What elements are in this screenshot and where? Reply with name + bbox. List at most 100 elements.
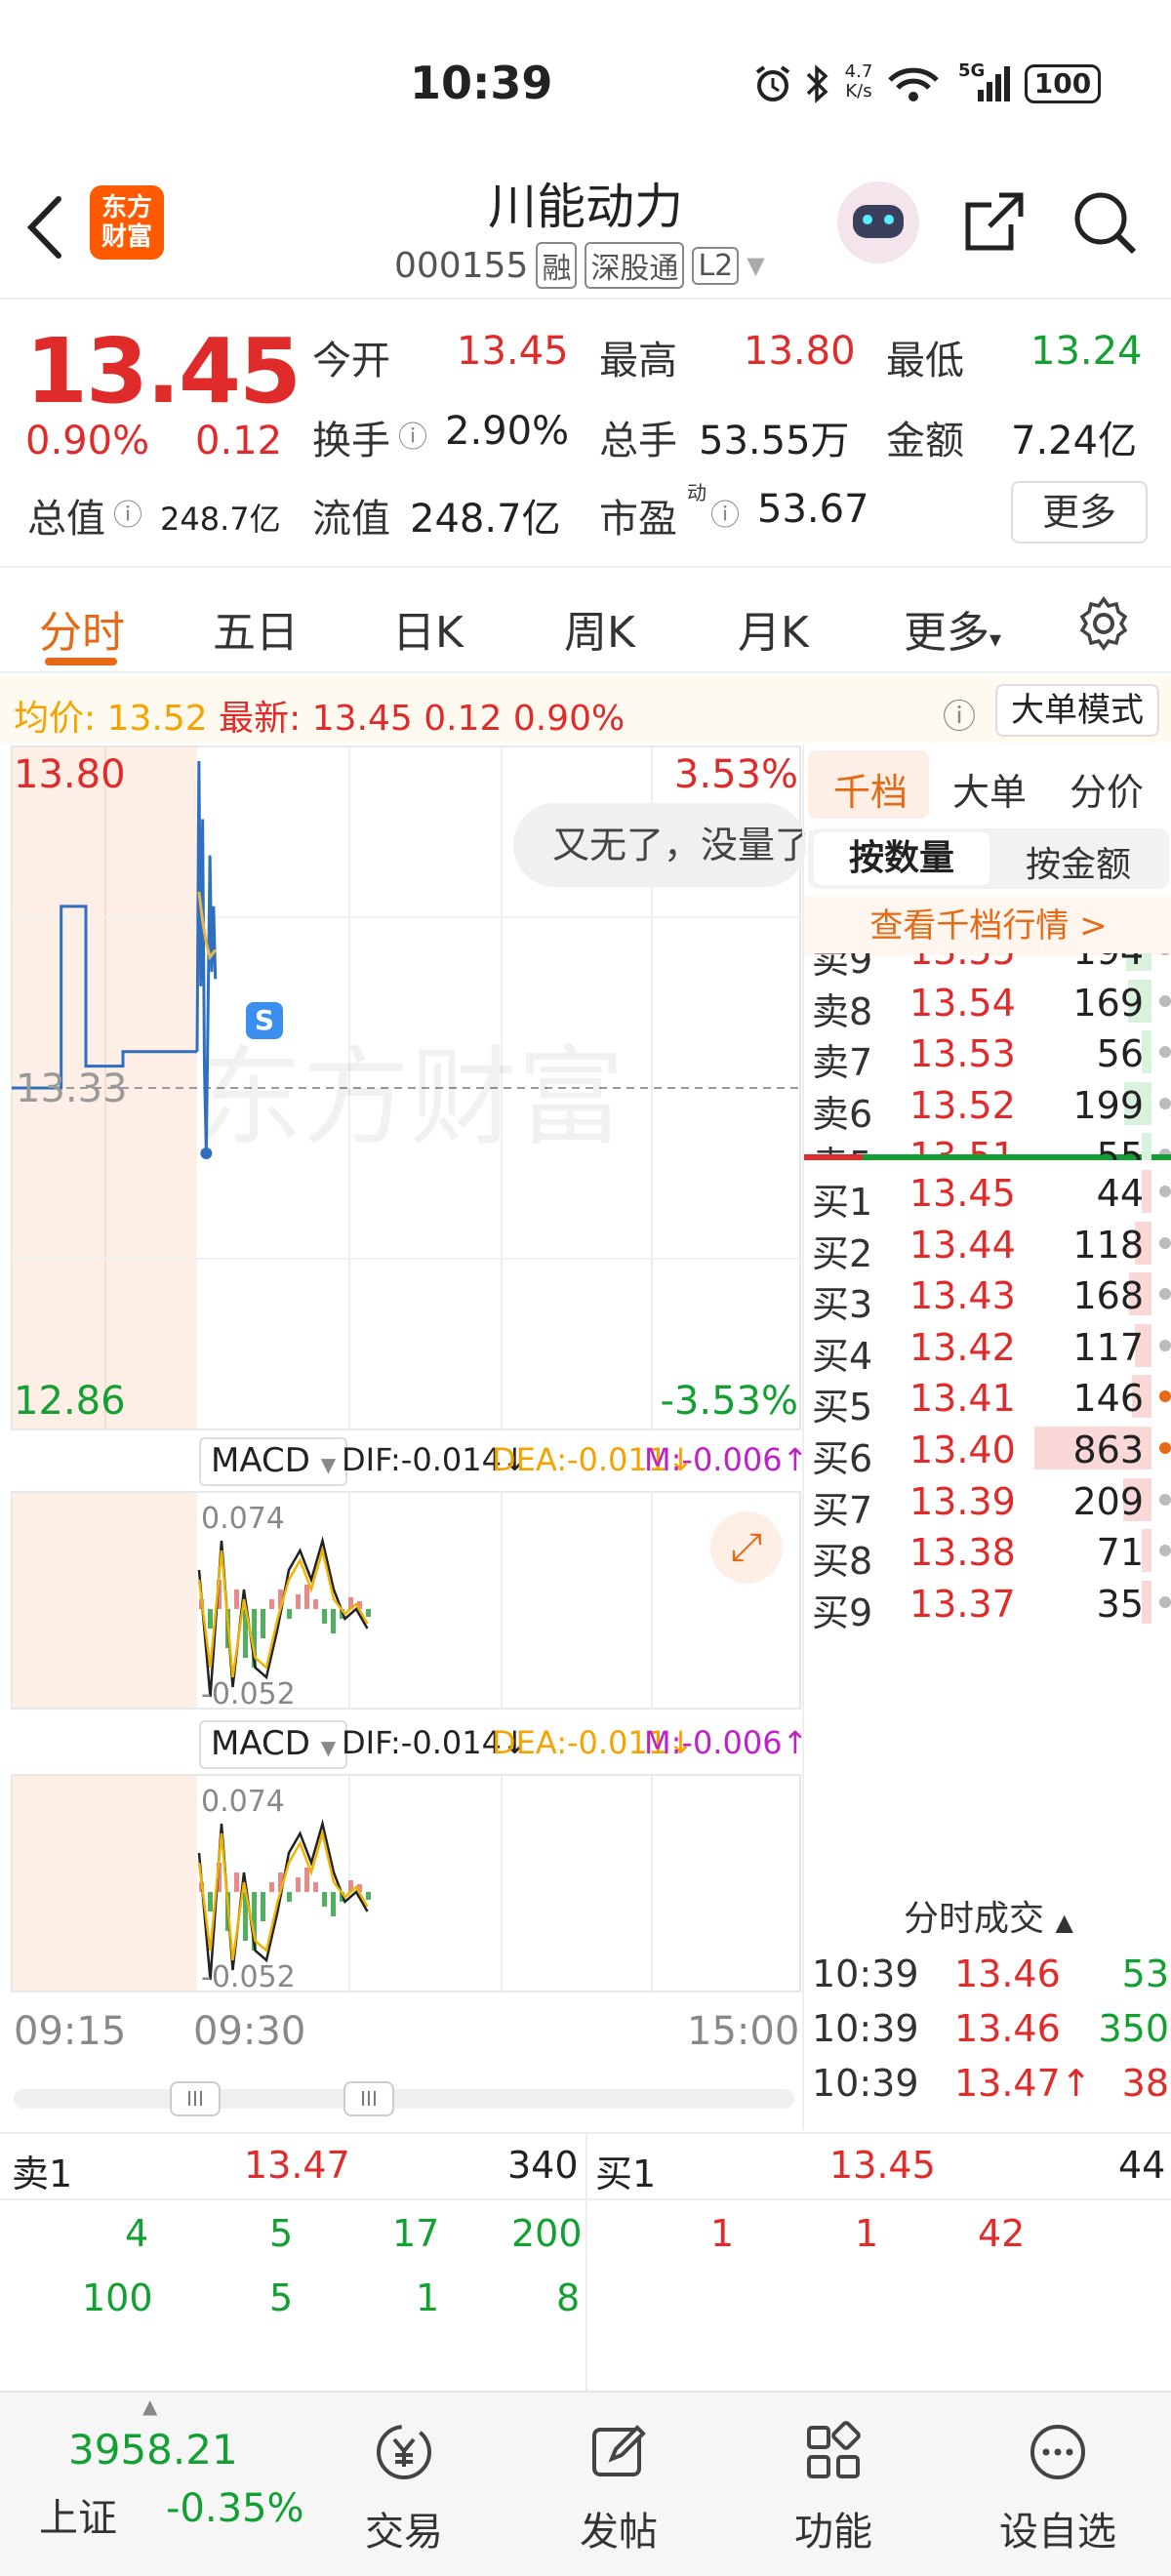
ask-row[interactable]: 卖8 13.54 169 (804, 976, 1171, 1033)
tab-five-day[interactable]: 五日 (213, 597, 299, 660)
chevron-down-icon[interactable]: ▼ (747, 252, 764, 279)
info-icon[interactable]: ⓘ (113, 491, 142, 534)
sub-tab-by-amount[interactable]: 按金额 (995, 836, 1161, 887)
nav-functions[interactable]: 功能 (736, 2393, 931, 2576)
robot-assistant-icon[interactable] (837, 181, 919, 263)
bid-row[interactable]: 买4 13.42 117 (804, 1320, 1171, 1378)
macd-header-2: MACD ▼ DIF:-0.014↓ DEA:-0.011↓ M:-0.006↑ (12, 1714, 808, 1775)
bid-queue-item: 1 (710, 2212, 735, 2255)
macd-histogram-bar (261, 1609, 265, 1638)
last-price: 13.45 (25, 319, 302, 423)
level-volume: 117 (1072, 1325, 1144, 1369)
pe-value: 53.67 (757, 487, 869, 532)
tick-list: 10:39 13.46 53 10:39 13.46 350 10:39 13.47↑ 38 (804, 1947, 1171, 2122)
tab-daily-k[interactable]: 日K (392, 597, 464, 660)
sub-tab-by-quantity[interactable]: 按数量 (814, 832, 989, 885)
mktcap-label: 总值 (27, 497, 105, 542)
level-dot-icon (1159, 1595, 1171, 1608)
open-value: 13.45 (457, 329, 569, 374)
macd-top-2: 0.074 (201, 1785, 285, 1819)
macd-histogram-bar (366, 1609, 371, 1617)
order-book: 千档 大单 分价 按数量 按金额 查看千档行情 > 卖913.55194卖813… (802, 745, 1171, 2130)
nav-add-watchlist[interactable]: 设自选 (960, 2393, 1155, 2576)
high-label: 最高 (599, 339, 677, 383)
search-icon[interactable] (1070, 187, 1140, 258)
macd-histogram-bar (296, 1877, 301, 1892)
low-label: 最低 (886, 339, 964, 383)
pct-top-label: 3.53% (673, 752, 798, 797)
nav-post[interactable]: 发帖 (521, 2393, 716, 2576)
info-icon[interactable]: ⓘ (398, 413, 427, 456)
macd-panel-1 (11, 1491, 801, 1710)
detail-bid-label: 买1 (595, 2153, 657, 2195)
tab-more[interactable]: 更多▾ (904, 597, 1001, 660)
bid-row[interactable]: 买9 13.37 35 (804, 1577, 1171, 1634)
range-slider-track[interactable] (14, 2089, 794, 2109)
mktcap-value: 248.7亿 (160, 501, 281, 538)
tab-intraday[interactable]: 分时 (39, 597, 125, 660)
level-dot-icon (1159, 1288, 1171, 1301)
range-slider-left-handle[interactable]: III (170, 2081, 221, 2116)
level-volume: 146 (1072, 1377, 1144, 1421)
expand-icon[interactable]: ⤢ (710, 1511, 783, 1584)
level-volume: 168 (1072, 1274, 1144, 1318)
level-price: 13.41 (909, 1377, 1016, 1421)
high-value: 13.80 (744, 329, 856, 374)
share-icon[interactable] (960, 187, 1029, 256)
tick-time: 10:39 (812, 2062, 919, 2105)
bid-row[interactable]: 买6 13.40 863 (804, 1423, 1171, 1480)
battery-icon: 100 (1025, 64, 1101, 103)
tick-row: 10:39 13.46 350 (804, 2001, 1171, 2052)
macd-histogram-bar (287, 1609, 292, 1619)
macd-indicator-select-2[interactable]: MACD ▼ (199, 1720, 348, 1769)
ask-row[interactable]: 卖913.55194 (804, 953, 1171, 982)
ask-row[interactable]: 卖7 13.53 56 (804, 1026, 1171, 1084)
grid-apps-icon (807, 2421, 861, 2478)
level-dot-icon (1159, 1442, 1171, 1454)
sell-signal-marker[interactable]: S (246, 1002, 283, 1039)
view-depth-link[interactable]: 查看千档行情 > (804, 897, 1171, 955)
comment-popup[interactable]: 又无了，没量了 (513, 803, 806, 887)
tab-price-dist[interactable]: 分价 (1070, 762, 1144, 816)
macd-histogram-bar (208, 1609, 213, 1629)
level-price: 13.43 (909, 1274, 1016, 1318)
bid-row[interactable]: 买3 13.43 168 (804, 1268, 1171, 1326)
detail-bid-price: 13.45 (829, 2144, 936, 2187)
tab-big-order[interactable]: 大单 (952, 762, 1027, 816)
bid-row[interactable]: 买5 13.41 146 (804, 1371, 1171, 1429)
level-volume: 71 (1096, 1531, 1144, 1575)
macd-indicator-select-1[interactable]: MACD ▼ (199, 1437, 348, 1486)
amount-value: 7.24亿 (1011, 419, 1138, 463)
bid-row[interactable]: 买1 13.45 44 (804, 1166, 1171, 1224)
bid-ask-ratio-red (804, 1154, 863, 1160)
macd-histogram-bar (304, 1585, 309, 1609)
settings-gear-icon[interactable] (1075, 595, 1132, 652)
tick-price: 13.46 (954, 1952, 1061, 1995)
range-slider-right-handle[interactable]: III (343, 2081, 394, 2116)
tab-monthly-k[interactable]: 月K (738, 597, 809, 660)
more-button[interactable]: 更多 (1011, 481, 1148, 543)
low-point-marker (200, 1147, 213, 1160)
ask-row[interactable]: 卖6 13.52 199 (804, 1078, 1171, 1136)
bid-row[interactable]: 买8 13.38 71 (804, 1525, 1171, 1583)
info-icon[interactable]: ⓘ (710, 491, 740, 534)
change-amount: 0.12 (195, 419, 283, 463)
help-icon[interactable]: ⓘ (943, 690, 976, 738)
bid-row[interactable]: 买2 13.44 118 (804, 1218, 1171, 1275)
index-ticker[interactable]: ▲ 3958.21 上证 -0.35% (0, 2393, 322, 2576)
intraday-chart[interactable]: 东方财富 13.80 13.33 12.86 3.53% -3.53% 又无了，… (0, 745, 808, 2130)
ask-queue-item: 4 (125, 2212, 149, 2255)
nav-trade[interactable]: 交易 (306, 2393, 502, 2576)
bottom-nav: ▲ 3958.21 上证 -0.35% 交易 发帖 功能 设自选 (0, 2391, 1171, 2576)
bid-row[interactable]: 买7 13.39 209 (804, 1474, 1171, 1532)
macd-histogram-bar (208, 1892, 213, 1912)
level-volume: 118 (1072, 1223, 1144, 1267)
tab-weekly-k[interactable]: 周K (564, 597, 635, 660)
ticks-title[interactable]: 分时成交 ▲ (804, 1890, 1171, 1941)
level-dot-icon (1159, 1186, 1171, 1197)
tab-depth[interactable]: 千档 (833, 762, 908, 816)
macd-top-1: 0.074 (201, 1502, 285, 1536)
volume-value: 53.55万 (699, 419, 850, 463)
big-order-mode-button[interactable]: 大单模式 (995, 684, 1159, 737)
level-dot-icon (1159, 1545, 1171, 1557)
